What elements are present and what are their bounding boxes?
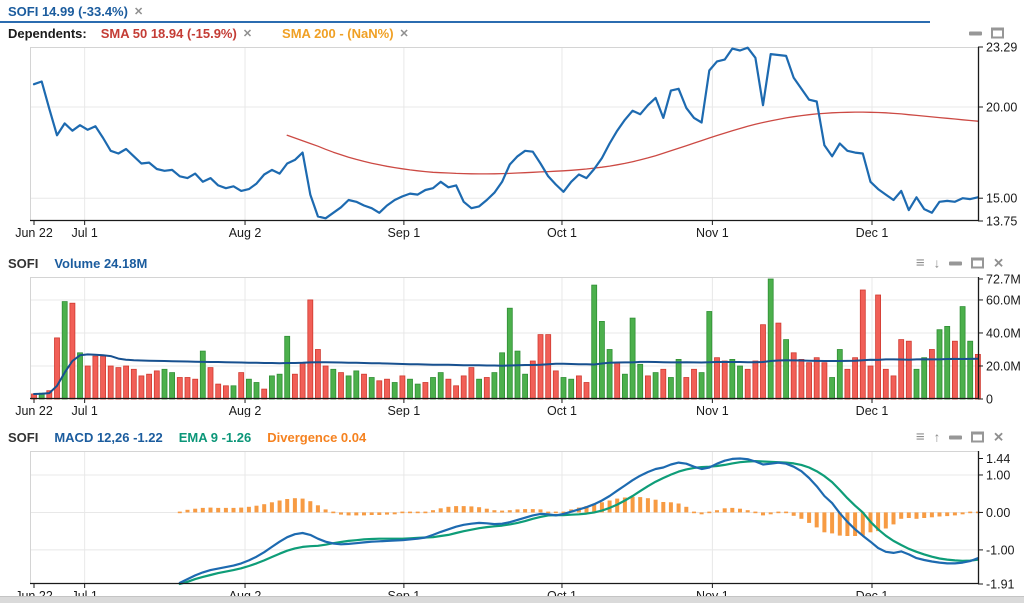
menu-icon[interactable]: ≡ <box>916 430 925 445</box>
svg-text:1.44: 1.44 <box>986 452 1010 466</box>
svg-text:Sep 1: Sep 1 <box>388 404 421 417</box>
move-up-icon[interactable]: ↑ <box>934 431 941 444</box>
price-panel-title-bar: SOFI 14.99 (-33.4%) ✕ <box>0 0 1024 22</box>
maximize-icon[interactable] <box>991 28 1004 39</box>
macd-panel-header: SOFI MACD 12,26 -1.22 EMA 9 -1.26 Diverg… <box>0 429 1024 445</box>
horizontal-scrollbar[interactable] <box>0 596 1024 603</box>
volume-panel-window-controls: ≡ ↓ ✕ <box>916 256 1004 271</box>
macd-value-label: MACD 12,26 -1.22 <box>54 430 162 445</box>
svg-text:23.29: 23.29 <box>986 41 1017 55</box>
svg-text:Oct 1: Oct 1 <box>547 226 577 240</box>
volume-chart[interactable]: 72.7M 60.0M 40.0M 20.0M 0 Jun 22 Jul 1 Aug 2 Sep… <box>0 271 1024 417</box>
close-icon[interactable]: ✕ <box>993 431 1004 444</box>
svg-text:Jul 1: Jul 1 <box>71 226 97 240</box>
macd-symbol-label: SOFI <box>8 430 38 445</box>
svg-text:13.75: 13.75 <box>986 215 1017 229</box>
close-icon[interactable]: ✕ <box>400 27 409 40</box>
title-underline <box>0 21 930 23</box>
svg-text:Jun 22: Jun 22 <box>15 404 53 417</box>
maximize-icon[interactable] <box>971 432 984 443</box>
volume-value-label: Volume 24.18M <box>54 256 147 271</box>
sma200-label: SMA 200 - (NaN%) <box>282 26 393 41</box>
price-panel-window-controls <box>969 28 1004 39</box>
volume-symbol-label: SOFI <box>8 256 38 271</box>
volume-panel-header: SOFI Volume 24.18M ≡ ↓ ✕ <box>0 255 1024 271</box>
svg-text:20.00: 20.00 <box>986 101 1017 115</box>
close-icon[interactable]: ✕ <box>993 257 1004 270</box>
minimize-icon[interactable] <box>949 435 962 439</box>
menu-icon[interactable]: ≡ <box>916 256 925 271</box>
dependents-bar: Dependents: SMA 50 18.94 (-15.9%) ✕ SMA … <box>0 25 1024 41</box>
svg-text:15.00: 15.00 <box>986 192 1017 206</box>
svg-text:1.00: 1.00 <box>986 468 1010 482</box>
dependents-label: Dependents: <box>8 26 87 41</box>
close-icon[interactable]: ✕ <box>243 27 252 40</box>
macd-panel-window-controls: ≡ ↑ ✕ <box>916 430 1004 445</box>
svg-text:Dec 1: Dec 1 <box>856 404 889 417</box>
svg-text:Nov 1: Nov 1 <box>696 226 729 240</box>
svg-text:60.0M: 60.0M <box>986 293 1021 307</box>
svg-text:-1.91: -1.91 <box>986 578 1015 592</box>
ema-value-label: EMA 9 -1.26 <box>179 430 252 445</box>
close-icon[interactable]: ✕ <box>134 5 143 18</box>
maximize-icon[interactable] <box>971 258 984 269</box>
minimize-icon[interactable] <box>949 261 962 265</box>
svg-text:Aug 2: Aug 2 <box>229 404 262 417</box>
svg-text:Dec 1: Dec 1 <box>856 226 889 240</box>
svg-text:Oct 1: Oct 1 <box>547 404 577 417</box>
price-chart[interactable]: 23.29 20.00 15.00 13.75 Jun 22 Jul 1 Aug 2 Sep … <box>0 41 1024 241</box>
svg-text:Jul 1: Jul 1 <box>71 404 97 417</box>
chart-workspace: SOFI 14.99 (-33.4%) ✕ Dependents: SMA 50… <box>0 0 1024 602</box>
macd-chart[interactable]: 1.441.000.00-1.00-1.91Jun 22Jul 1Aug 2Se… <box>0 445 1024 602</box>
svg-text:Jun 22: Jun 22 <box>15 226 53 240</box>
sma50-label: SMA 50 18.94 (-15.9%) <box>101 26 237 41</box>
symbol-label: SOFI 14.99 (-33.4%) <box>8 4 128 19</box>
svg-text:72.7M: 72.7M <box>986 272 1021 286</box>
divergence-value-label: Divergence 0.04 <box>267 430 366 445</box>
svg-text:20.0M: 20.0M <box>986 359 1021 373</box>
svg-text:Aug 2: Aug 2 <box>229 226 262 240</box>
svg-text:Sep 1: Sep 1 <box>388 226 421 240</box>
move-down-icon[interactable]: ↓ <box>934 257 941 270</box>
svg-text:-1.00: -1.00 <box>986 543 1015 557</box>
svg-text:40.0M: 40.0M <box>986 326 1021 340</box>
svg-text:0: 0 <box>986 393 993 407</box>
svg-text:0.00: 0.00 <box>986 506 1010 520</box>
svg-text:Nov 1: Nov 1 <box>696 404 729 417</box>
minimize-icon[interactable] <box>969 31 982 35</box>
